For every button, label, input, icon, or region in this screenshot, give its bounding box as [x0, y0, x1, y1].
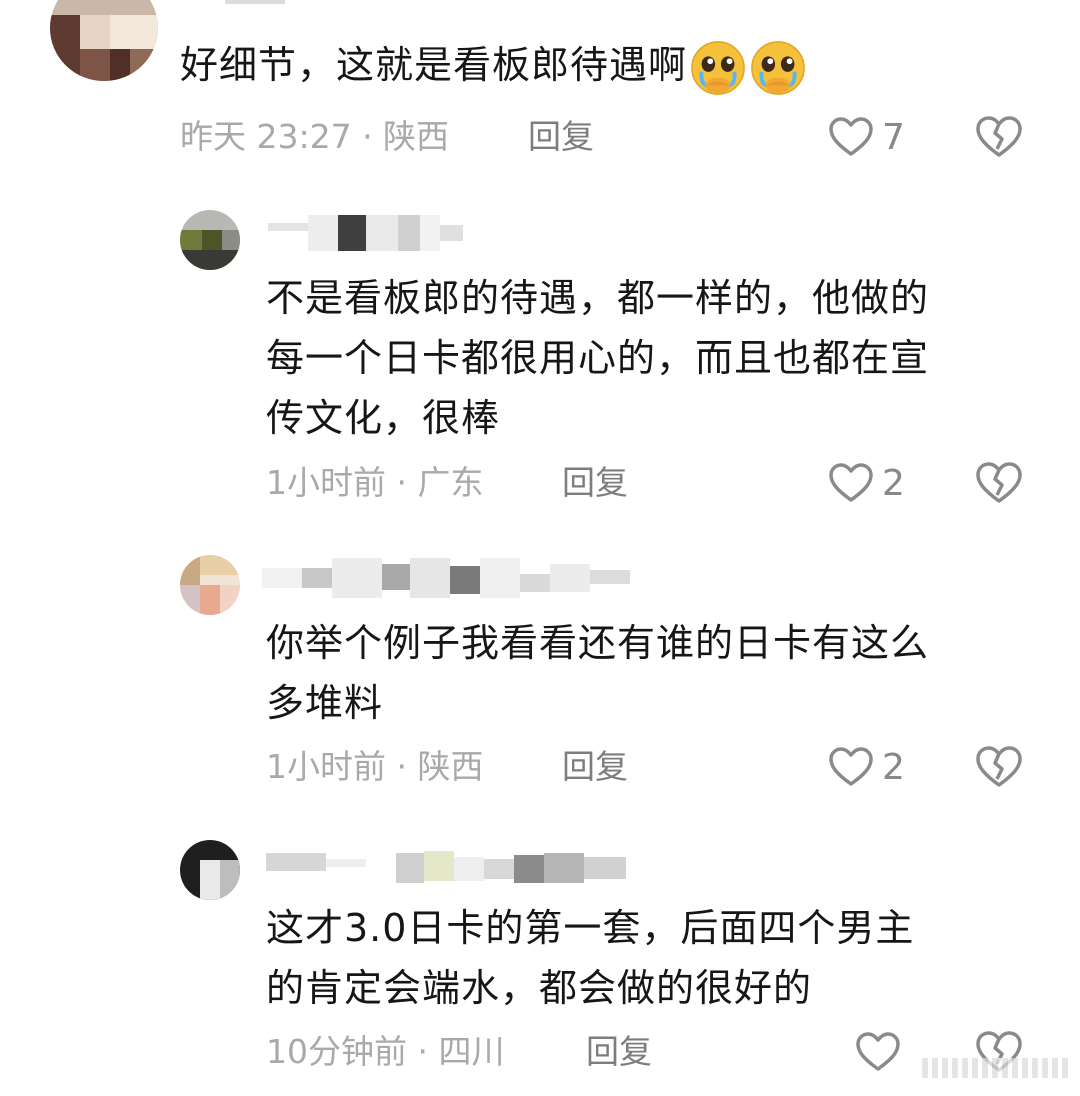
- dislike-button[interactable]: [975, 115, 1023, 163]
- like-count: 2: [882, 462, 905, 504]
- heart-outline-icon: [856, 1032, 900, 1071]
- username[interactable]: [225, 0, 285, 4]
- like-button[interactable]: 2: [828, 459, 905, 507]
- pleading-face-emoji-icon: [691, 40, 745, 95]
- comment-text-line: 每一个日卡都很用心的，而且也都在宣: [266, 336, 930, 380]
- comment-time-location: 1小时前 · 广东: [266, 463, 484, 502]
- broken-heart-icon: [976, 462, 1022, 503]
- dislike-button[interactable]: [975, 745, 1023, 793]
- broken-heart-icon: [976, 746, 1022, 787]
- comment-text-line: 不是看板郎的待遇，都一样的，他做的: [266, 276, 930, 320]
- comment-text: 你举个例子我看看还有谁的日卡有这么 多堆料: [266, 613, 929, 733]
- like-button[interactable]: 7: [828, 113, 905, 161]
- username[interactable]: [266, 845, 626, 883]
- comment-text-line: 你举个例子我看看还有谁的日卡有这么: [266, 621, 930, 665]
- like-button[interactable]: 2: [828, 743, 905, 791]
- like-count: 7: [882, 116, 905, 158]
- comment-text: 这才3.0日卡的第一套，后面四个男主 的肯定会端水，都会做的很好的: [266, 898, 914, 1018]
- reply-button[interactable]: 回复: [528, 117, 594, 157]
- comment-text-line: 多堆料: [266, 681, 384, 725]
- heart-outline-icon: [829, 117, 873, 156]
- comment-text: 好细节，这就是看板郎待遇啊: [180, 35, 807, 97]
- avatar[interactable]: [180, 840, 240, 900]
- watermark: [922, 1058, 1072, 1078]
- comment-time-location: 10分钟前 · 四川: [266, 1032, 505, 1071]
- comment-text-line: 好细节，这就是看板郎待遇啊: [180, 43, 688, 87]
- heart-outline-icon: [829, 747, 873, 786]
- avatar[interactable]: [50, 0, 158, 81]
- dislike-button[interactable]: [975, 461, 1023, 509]
- comment-text-line: 这才3.0日卡的第一套，后面四个男主: [266, 906, 915, 950]
- comment-text: 不是看板郎的待遇，都一样的，他做的 每一个日卡都很用心的，而且也都在宣 传文化，…: [266, 268, 929, 448]
- comment-time-location: 昨天 23:27 · 陕西: [180, 117, 450, 156]
- pleading-face-emoji-icon: [751, 40, 805, 95]
- reply-button[interactable]: 回复: [586, 1032, 652, 1072]
- username[interactable]: [268, 215, 463, 251]
- like-count: 2: [882, 746, 905, 788]
- avatar[interactable]: [180, 210, 240, 270]
- comment-time-location: 1小时前 · 陕西: [266, 747, 484, 786]
- username[interactable]: [262, 558, 630, 598]
- comment-text-line: 传文化，很棒: [266, 396, 501, 440]
- broken-heart-icon: [976, 116, 1022, 157]
- avatar[interactable]: [180, 555, 240, 615]
- heart-outline-icon: [829, 463, 873, 502]
- like-button[interactable]: [855, 1028, 909, 1076]
- reply-button[interactable]: 回复: [562, 463, 628, 503]
- reply-button[interactable]: 回复: [562, 747, 628, 787]
- comment-text-line: 的肯定会端水，都会做的很好的: [266, 966, 813, 1010]
